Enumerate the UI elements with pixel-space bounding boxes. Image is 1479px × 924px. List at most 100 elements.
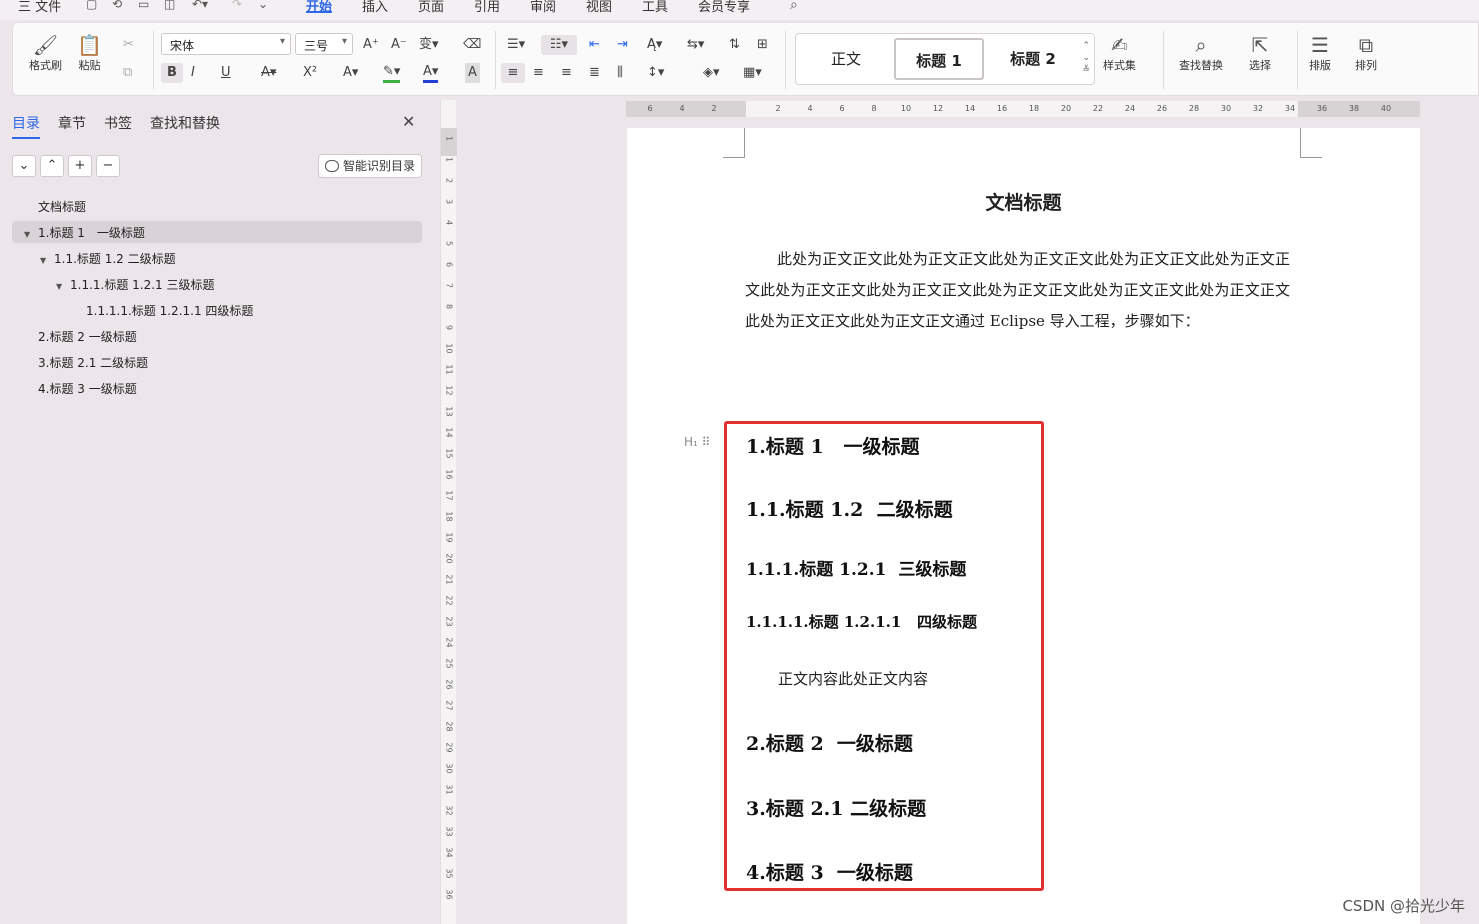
text-direction-icon[interactable]: Ą▾	[647, 35, 662, 55]
align-left-icon[interactable]: ≡	[501, 63, 525, 83]
style-heading1[interactable]: 标题 1	[894, 38, 984, 80]
toc-item[interactable]: 4.标题 3 一级标题	[38, 378, 137, 400]
save-icon[interactable]: ▢	[86, 0, 97, 11]
ruler-tick-label: 30	[1220, 104, 1232, 113]
select-button[interactable]: ⇱ 选择	[1249, 33, 1271, 73]
heading-1[interactable]: 1.标题 1 一级标题	[746, 432, 920, 459]
tab-home[interactable]: 开始	[306, 0, 333, 15]
redo-icon[interactable]: ↷	[232, 0, 242, 11]
toc-item[interactable]: 2.标题 2 一级标题	[38, 326, 137, 348]
ruler-tick-label: 27	[444, 700, 454, 711]
text-effect-icon[interactable]: A▾	[343, 63, 358, 83]
document-title[interactable]: 文档标题	[627, 188, 1420, 215]
increase-font-icon[interactable]: A⁺	[363, 35, 379, 55]
paste-button[interactable]: 📋 粘贴	[77, 33, 102, 73]
close-icon[interactable]: ✕	[402, 112, 415, 131]
distribute-icon[interactable]: ⫼	[617, 63, 623, 83]
heading-2[interactable]: 3.标题 2.1 二级标题	[746, 794, 926, 821]
font-name-select[interactable]: 宋体 ▾	[161, 33, 291, 55]
tab-sections[interactable]: 章节	[58, 113, 86, 133]
tab-toc[interactable]: 目录	[12, 113, 40, 139]
find-replace-button[interactable]: ⌕ 查找替换	[1179, 33, 1223, 73]
superscript-button[interactable]: X²	[303, 63, 317, 83]
heading-4[interactable]: 1.1.1.1.标题 1.2.1.1 四级标题	[746, 611, 977, 632]
heading-1[interactable]: 2.标题 2 一级标题	[746, 729, 913, 756]
tab-insert[interactable]: 插入	[362, 0, 388, 15]
print-icon[interactable]: ▭	[138, 0, 149, 11]
toc-item[interactable]: 1.1.1.1.标题 1.2.1.1 四级标题	[86, 300, 253, 322]
bullet-list-icon[interactable]: ☰▾	[507, 35, 525, 55]
toc-item[interactable]: ▼ 1.1.标题 1.2 二级标题	[40, 248, 176, 270]
ruler-tick-label: 30	[444, 763, 454, 774]
tab-bookmarks[interactable]: 书签	[104, 113, 132, 133]
strikethrough-icon[interactable]: A▾	[261, 63, 276, 83]
tab-member[interactable]: 会员专享	[698, 0, 750, 15]
expand-triangle-icon[interactable]: ▼	[56, 276, 70, 298]
clear-format-icon[interactable]: ⌫	[463, 35, 481, 55]
style-set-button[interactable]: ✍ 样式集	[1103, 33, 1136, 73]
smart-toc-button[interactable]: 智能识别目录	[318, 154, 422, 178]
italic-button[interactable]: I	[191, 63, 195, 83]
tab-view[interactable]: 视图	[586, 0, 612, 15]
border-icon[interactable]: ▦▾	[743, 63, 762, 83]
chevron-up-icon[interactable]: ⌃	[40, 155, 64, 177]
shading-icon[interactable]: ◈▾	[703, 63, 720, 83]
share-icon[interactable]: ⟲	[112, 0, 122, 11]
print-preview-icon[interactable]: ◫	[164, 0, 175, 11]
horizontal-ruler[interactable]: 6 4 2 2 4 6 8 10 12 14 16 18 20 22 24 26 28 30 32 34 36 38 40	[626, 101, 1420, 117]
copy-icon[interactable]: ⧉	[123, 63, 132, 83]
heading-handle-icon[interactable]: H₁ ⠿	[684, 435, 710, 449]
format-painter-button[interactable]: 🖌 格式刷	[29, 33, 62, 73]
toc-item[interactable]: 文档标题	[38, 196, 86, 218]
toc-item[interactable]: ▼ 1.标题 1 一级标题	[24, 222, 145, 244]
ruler-tick-label: 24	[1124, 104, 1136, 113]
align-center-icon[interactable]: ≡	[533, 63, 544, 83]
decrease-indent-icon[interactable]: ⇤	[589, 35, 600, 55]
arrange-button[interactable]: ⧉ 排列	[1355, 33, 1377, 73]
body-paragraph[interactable]: 此处为正文正文此处为正文正文此处为正文正文此处为正文正文此处为正文正文此处为正文…	[745, 244, 1290, 337]
style-gallery-scroll-icon[interactable]: ⌃ ⌄ ≚	[1082, 40, 1090, 76]
layout-button[interactable]: ☰ 排版	[1309, 33, 1331, 73]
style-heading2[interactable]: 标题 2	[990, 38, 1076, 80]
file-menu[interactable]: 三 文件	[18, 0, 61, 15]
toc-item[interactable]: ▼ 1.1.1.标题 1.2.1 三级标题	[56, 274, 215, 296]
style-normal[interactable]: 正文	[804, 38, 888, 80]
show-marks-icon[interactable]: ⊞	[757, 35, 768, 55]
align-right-icon[interactable]: ≡	[561, 63, 572, 83]
phonetic-icon[interactable]: 变▾	[419, 35, 439, 55]
expand-triangle-icon[interactable]: ▼	[40, 250, 54, 272]
tab-page[interactable]: 页面	[418, 0, 444, 15]
sort-icon[interactable]: ⇅	[729, 35, 740, 55]
cut-icon[interactable]: ✂	[123, 35, 134, 55]
heading-3[interactable]: 1.1.1.标题 1.2.1 三级标题	[746, 555, 966, 580]
expand-triangle-icon[interactable]: ▼	[24, 224, 38, 246]
tab-tools[interactable]: 工具	[642, 0, 668, 15]
heading-1[interactable]: 4.标题 3 一级标题	[746, 858, 913, 885]
underline-button[interactable]: U	[221, 63, 231, 83]
font-color-icon[interactable]: A▾	[423, 63, 439, 83]
document-page[interactable]: 文档标题 此处为正文正文此处为正文正文此处为正文正文此处为正文正文此处为正文正文…	[627, 128, 1420, 924]
convert-icon[interactable]: ⇆▾	[687, 35, 704, 55]
char-shading-icon[interactable]: A	[465, 63, 480, 83]
line-spacing-icon[interactable]: ↕▾	[647, 63, 664, 83]
numbered-list-icon[interactable]: ☷▾	[541, 35, 577, 55]
tab-find-replace[interactable]: 查找和替换	[150, 113, 220, 133]
add-icon[interactable]: +	[68, 155, 92, 177]
search-icon[interactable]: ⌕	[790, 0, 798, 13]
tab-references[interactable]: 引用	[474, 0, 500, 15]
toc-item[interactable]: 3.标题 2.1 二级标题	[38, 352, 148, 374]
justify-icon[interactable]: ≣	[589, 63, 600, 83]
remove-icon[interactable]: −	[96, 155, 120, 177]
bold-button[interactable]: B	[161, 63, 183, 83]
font-size-select[interactable]: 三号 ▾	[295, 33, 353, 55]
increase-indent-icon[interactable]: ⇥	[617, 35, 628, 55]
body-paragraph-2[interactable]: 正文内容此处正文内容	[778, 668, 928, 689]
decrease-font-icon[interactable]: A⁻	[391, 35, 407, 55]
more-quick-icon[interactable]: ⌄	[258, 0, 268, 11]
chevron-down-icon[interactable]: ⌄	[12, 155, 36, 177]
heading-2[interactable]: 1.1.标题 1.2 二级标题	[746, 495, 953, 522]
highlight-color-icon[interactable]: ✎▾	[383, 63, 401, 83]
undo-icon[interactable]: ↶▾	[192, 0, 208, 11]
vertical-ruler[interactable]: 1 1 2 3 4 5 6 7 8 9 10 11 12 13 14 15 16 17 18 19 20 21 22 23 24…	[440, 100, 457, 924]
tab-review[interactable]: 审阅	[530, 0, 556, 15]
